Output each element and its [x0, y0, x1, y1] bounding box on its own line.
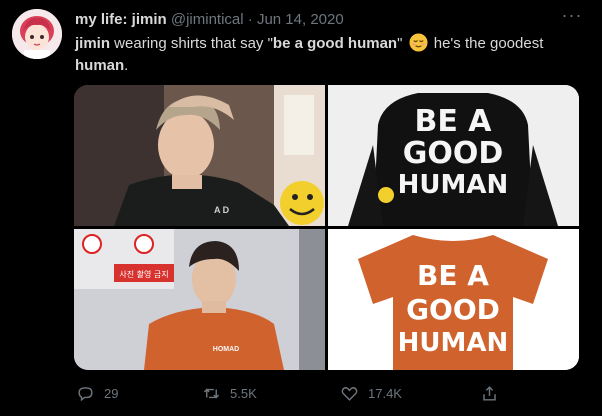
sign-text: 사진 촬영 금지: [119, 269, 168, 279]
print-line-2: GOOD: [406, 293, 500, 326]
more-options-icon[interactable]: ···: [561, 6, 583, 27]
retweet-count: 5.5K: [230, 385, 257, 401]
tweet: my life: jimin @jimintical · Jun 14, 202…: [0, 0, 602, 416]
print-line-3: HUMAN: [398, 328, 509, 358]
photo-bottom-left-image: 사진 촬영 금지 HOMAD: [74, 229, 325, 370]
heart-icon: [341, 386, 358, 401]
text-part-3: he's the goodest: [429, 35, 544, 52]
tweet-text: jimin wearing shirts that say "be a good…: [75, 33, 585, 77]
relieved-face-icon: [409, 33, 428, 52]
print-text: A D: [214, 205, 230, 215]
like-count: 17.4K: [368, 385, 402, 401]
media-grid: A D BE A GOOD HUMAN 사진 촬영 금지 HOMAD BE A …: [74, 85, 579, 370]
photo-bottom-right[interactable]: BE A GOOD HUMAN: [328, 229, 579, 370]
like-button[interactable]: 17.4K: [340, 378, 402, 408]
print-line-1: BE A: [417, 259, 489, 292]
retweet-button[interactable]: 5.5K: [202, 378, 257, 408]
print-line-1: BE A: [414, 104, 492, 139]
share-icon: [483, 385, 496, 401]
reply-count: 29: [104, 385, 119, 401]
display-name[interactable]: my life: jimin: [75, 11, 167, 28]
shirt-text: HOMAD: [213, 346, 239, 353]
share-button[interactable]: [480, 378, 499, 408]
text-part-4: .: [124, 57, 129, 74]
photo-bottom-left[interactable]: 사진 촬영 금지 HOMAD: [74, 229, 325, 370]
photo-top-right-image: BE A GOOD HUMAN: [328, 85, 579, 226]
separator-dot: ·: [247, 11, 253, 28]
text-part-1: wearing shirts that say ": [110, 35, 273, 52]
print-line-2: GOOD: [403, 136, 504, 171]
tweet-header: my life: jimin @jimintical · Jun 14, 202…: [75, 10, 344, 30]
tweet-date[interactable]: Jun 14, 2020: [257, 11, 344, 28]
reply-button[interactable]: 29: [76, 378, 118, 408]
photo-top-left[interactable]: A D: [74, 85, 325, 226]
text-bold-human: human: [75, 57, 125, 74]
text-part-2: ": [397, 35, 407, 52]
action-bar: 29 5.5K 17.4K: [0, 378, 602, 408]
handle[interactable]: @jimintical: [171, 11, 244, 28]
print-line-3: HUMAN: [398, 170, 509, 200]
photo-bottom-right-image: BE A GOOD HUMAN: [328, 229, 579, 370]
retweet-icon: [203, 388, 220, 398]
reply-icon: [78, 386, 93, 401]
avatar-illustration: [12, 9, 62, 59]
text-bold-quote: be a good human: [272, 35, 398, 52]
avatar[interactable]: [12, 9, 62, 59]
text-bold-jimin: jimin: [75, 35, 111, 52]
photo-top-right[interactable]: BE A GOOD HUMAN: [328, 85, 579, 226]
photo-top-left-image: A D: [74, 85, 325, 226]
